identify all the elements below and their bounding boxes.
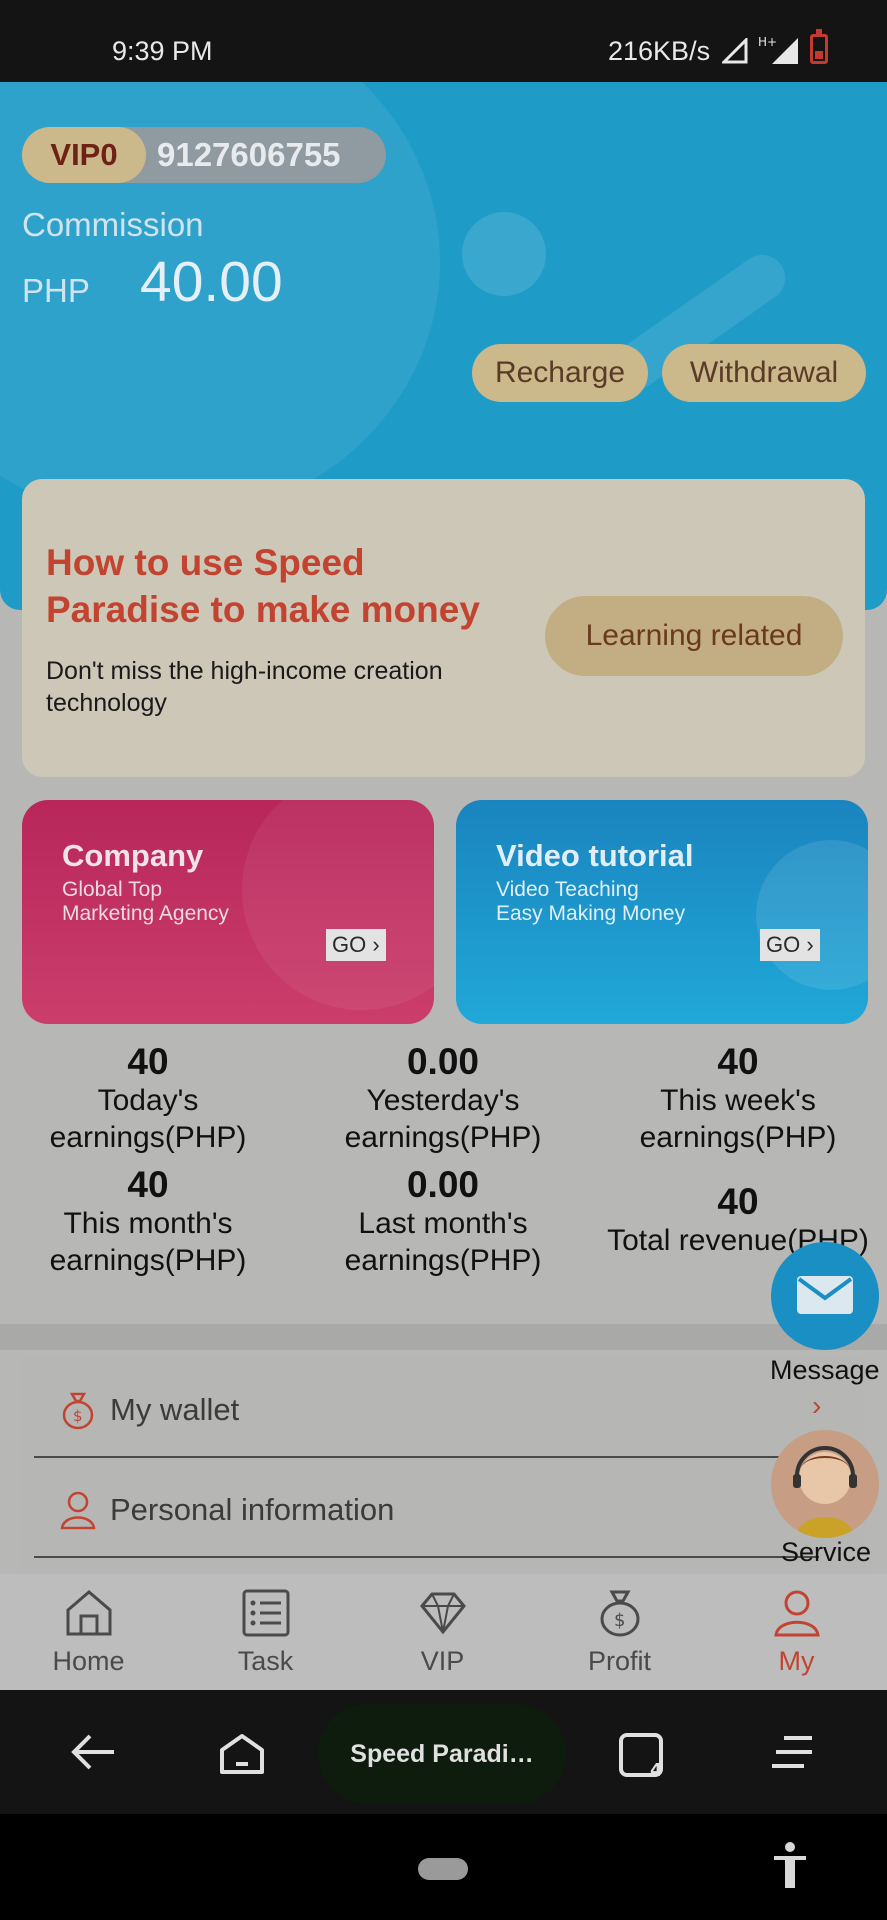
money-bag-icon: $ (62, 1392, 94, 1430)
vip-phone-pill: VIP0 9127606755 (22, 127, 386, 183)
diamond-icon (420, 1592, 466, 1635)
stat-this-month: 40 This month's earnings(PHP) (3, 1165, 293, 1279)
tabs-switcher-icon[interactable]: 4 (618, 1732, 668, 1778)
stat-label: This week's (660, 1084, 816, 1117)
stat-value: 40 (717, 1181, 759, 1222)
company-title: Company (62, 838, 204, 873)
envelope-icon (797, 1276, 853, 1314)
stat-label: earnings(PHP) (344, 1244, 542, 1277)
stat-value: 40 (127, 1041, 169, 1082)
service-agent-icon (793, 1446, 857, 1538)
tab-label: My (778, 1646, 815, 1676)
menu-label: Personal information (110, 1492, 395, 1527)
company-tile[interactable]: Company Global Top Marketing Agency GO › (22, 800, 434, 1024)
stat-label: Today's (97, 1084, 199, 1117)
stat-value: 40 (717, 1041, 759, 1082)
currency-label: PHP (22, 272, 90, 309)
withdrawal-button[interactable]: Withdrawal (662, 344, 866, 402)
company-line2: Marketing Agency (62, 902, 229, 925)
status-bar: 9:39 PM 216KB/s H+ (0, 0, 887, 82)
chevron-right-icon: › (372, 932, 380, 957)
stat-today: 40 Today's earnings(PHP) (3, 1042, 293, 1156)
home-icon[interactable] (218, 1732, 266, 1776)
home-gesture-handle[interactable] (418, 1858, 468, 1880)
stat-label: earnings(PHP) (49, 1244, 247, 1277)
phone-number: 9127606755 (157, 136, 341, 173)
menu-icon[interactable] (770, 1732, 814, 1772)
learning-subtitle: Don't miss the high-income creation tech… (46, 657, 443, 717)
stat-label: Yesterday's (366, 1084, 520, 1117)
video-tutorial-tile[interactable]: Video tutorial Video Teaching Easy Makin… (456, 800, 868, 1024)
status-time: 9:39 PM (112, 36, 213, 66)
stat-value: 0.00 (406, 1041, 479, 1082)
video-go-button[interactable]: GO › (760, 929, 820, 961)
go-label: GO (332, 932, 367, 957)
chevron-right-icon: › (812, 1390, 822, 1421)
tab-label: Task (237, 1646, 294, 1676)
tab-label: Profit (587, 1646, 652, 1676)
service-label: Service (781, 1537, 872, 1567)
stat-value: 40 (127, 1164, 169, 1205)
stat-label: earnings(PHP) (639, 1121, 837, 1154)
battery-low-icon (810, 29, 828, 64)
money-bag-icon: $ (600, 1590, 640, 1637)
gesture-bar (0, 1814, 887, 1920)
commission-amount: 40.00 (140, 250, 283, 314)
earnings-stats: 40 Today's earnings(PHP) 0.00 Yesterday'… (0, 1042, 887, 1302)
company-go-button[interactable]: GO › (326, 929, 386, 961)
menu-item-personal-information[interactable]: Personal information (34, 1466, 819, 1558)
stat-value: 0.00 (406, 1164, 479, 1205)
svg-text:$: $ (73, 1407, 83, 1425)
menu-label: My wallet (110, 1392, 240, 1427)
tab-profit[interactable]: $ Profit (531, 1574, 708, 1690)
back-arrow-icon[interactable] (70, 1732, 116, 1772)
customer-service-button[interactable] (771, 1430, 879, 1538)
stat-label: earnings(PHP) (344, 1121, 542, 1154)
video-tutorial-line2: Easy Making Money (496, 902, 686, 925)
recharge-button[interactable]: Recharge (472, 344, 648, 402)
bottom-tab-bar: Home Task VIP $ Profit My (0, 1574, 887, 1690)
stat-last-month: 0.00 Last month's earnings(PHP) (298, 1165, 588, 1279)
task-list-icon (242, 1589, 290, 1637)
user-icon (60, 1491, 96, 1530)
tab-home[interactable]: Home (0, 1574, 177, 1690)
video-tutorial-line1: Video Teaching (496, 878, 639, 901)
stat-yesterday: 0.00 Yesterday's earnings(PHP) (298, 1042, 588, 1156)
message-float-button[interactable] (771, 1242, 879, 1350)
section-divider (0, 1324, 887, 1350)
current-tab-pill[interactable]: Speed Paradi… (318, 1704, 566, 1804)
learning-related-button[interactable]: Learning related (545, 596, 843, 676)
cell-signal-icon: H+ (758, 35, 798, 64)
accessibility-icon[interactable] (770, 1840, 810, 1890)
stat-this-week: 40 This week's earnings(PHP) (593, 1042, 883, 1156)
tab-label: VIP (420, 1646, 465, 1676)
tab-task[interactable]: Task (177, 1574, 354, 1690)
network-speed: 216KB/s (608, 36, 711, 66)
home-icon (66, 1590, 112, 1636)
app-screen: VIP0 9127606755 Commission PHP 40.00 Rec… (0, 82, 887, 1690)
chevron-right-icon: › (806, 932, 814, 957)
menu-item-my-wallet[interactable]: $ My wallet › (34, 1366, 822, 1458)
wifi-signal-icon (722, 38, 748, 64)
stat-label: earnings(PHP) (49, 1121, 247, 1154)
browser-nav-bar: Speed Paradi… 4 (0, 1690, 887, 1814)
message-label: Message (770, 1355, 880, 1385)
svg-text:4: 4 (650, 1760, 663, 1778)
vip-level-badge: VIP0 (22, 127, 146, 183)
tab-vip[interactable]: VIP (354, 1574, 531, 1690)
stat-label: Last month's (358, 1207, 528, 1240)
learning-title: How to use Speed Paradise to make money (46, 542, 480, 630)
stat-label: This month's (63, 1207, 233, 1240)
company-line1: Global Top (62, 878, 163, 901)
svg-text:$: $ (614, 1610, 625, 1631)
go-label: GO (766, 932, 801, 957)
svg-text:H+: H+ (758, 35, 777, 49)
video-tutorial-title: Video tutorial (496, 838, 694, 873)
user-icon (774, 1590, 820, 1637)
commission-label: Commission (22, 206, 204, 243)
tab-label: Home (52, 1646, 125, 1676)
tab-my[interactable]: My (708, 1574, 885, 1690)
learning-card: How to use Speed Paradise to make money … (22, 479, 865, 777)
